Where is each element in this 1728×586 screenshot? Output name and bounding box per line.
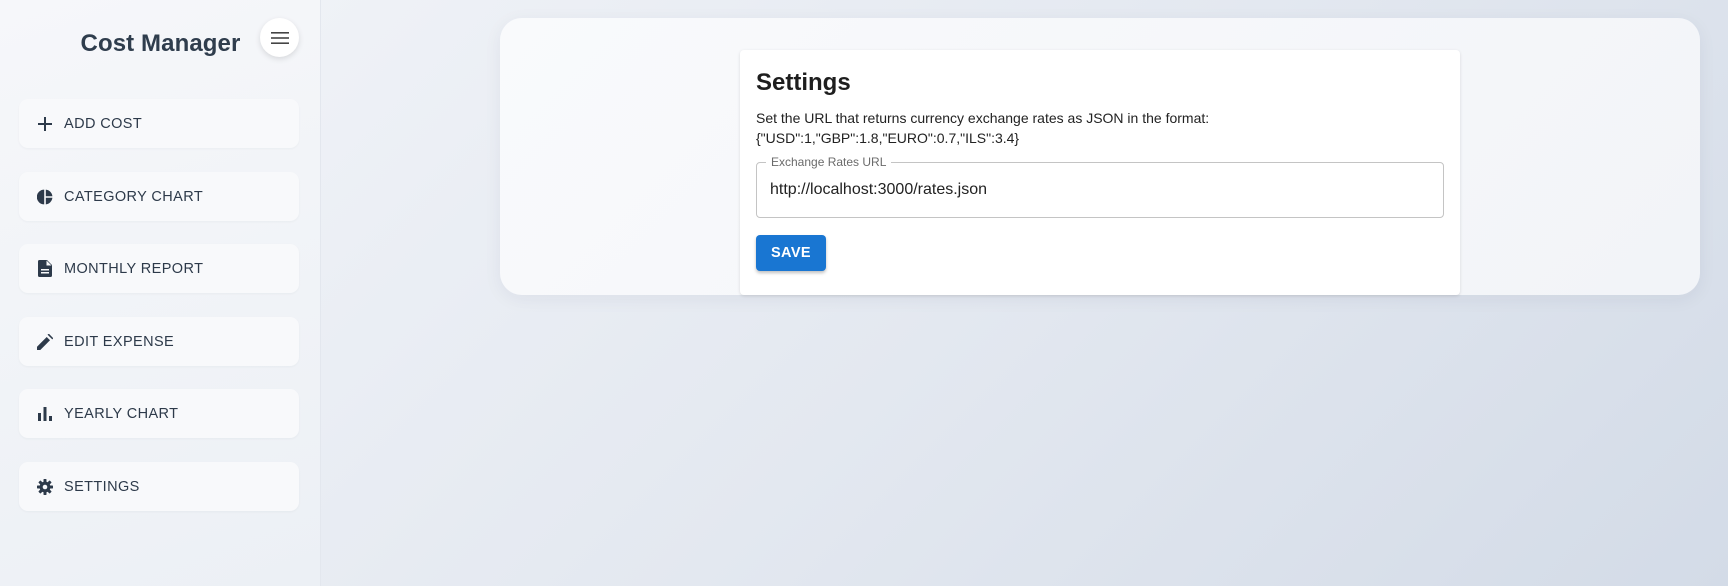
sidebar-item-edit-expense[interactable]: EDIT EXPENSE xyxy=(19,317,299,366)
rates-format-example: {"USD":1,"GBP":1.8,"EURO":0.7,"ILS":3.4} xyxy=(756,130,1020,146)
sidebar-item-label: SETTINGS xyxy=(64,478,140,495)
exchange-rates-url-input[interactable] xyxy=(770,179,1430,201)
sidebar-item-label: EDIT EXPENSE xyxy=(64,333,175,350)
sidebar-item-label: MONTHLY REPORT xyxy=(64,260,204,277)
settings-description: Set the URL that returns currency exchan… xyxy=(756,108,1446,148)
sidebar-item-category-chart[interactable]: CATEGORY CHART xyxy=(19,172,299,221)
exchange-rates-url-label: Exchange Rates URL xyxy=(766,155,892,169)
sidebar-item-label: YEARLY CHART xyxy=(64,405,179,422)
page-title: Settings xyxy=(756,69,851,96)
sidebar-item-yearly-chart[interactable]: YEARLY CHART xyxy=(19,389,299,438)
gear-icon xyxy=(36,478,54,496)
bar-chart-icon xyxy=(36,405,54,423)
plus-icon xyxy=(36,115,54,133)
pie-chart-icon xyxy=(36,188,54,206)
sidebar-item-add-cost[interactable]: ADD COST xyxy=(19,99,299,148)
exchange-rates-url-field[interactable]: Exchange Rates URL xyxy=(756,155,1444,218)
settings-description-line: Set the URL that returns currency exchan… xyxy=(756,110,1210,126)
sidebar-item-label: ADD COST xyxy=(64,115,143,132)
pencil-icon xyxy=(36,333,54,351)
document-icon xyxy=(36,260,54,278)
sidebar-item-monthly-report[interactable]: MONTHLY REPORT xyxy=(19,244,299,293)
hamburger-menu-icon xyxy=(270,31,289,44)
settings-panel: Settings Set the URL that returns curren… xyxy=(740,50,1460,295)
sidebar: Cost Manager ADD COST CATEGORY CHART MON… xyxy=(0,0,321,586)
sidebar-item-label: CATEGORY CHART xyxy=(64,188,204,205)
save-button[interactable]: SAVE xyxy=(756,235,826,271)
menu-toggle-button[interactable] xyxy=(260,18,299,57)
sidebar-item-settings[interactable]: SETTINGS xyxy=(19,462,299,511)
